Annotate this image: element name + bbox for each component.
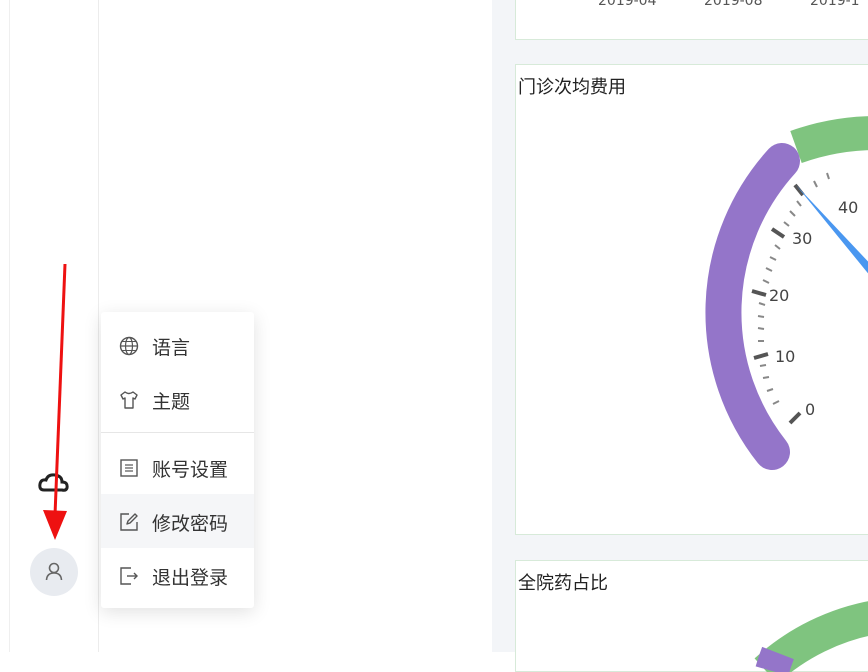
red-arrow-annotation bbox=[43, 263, 67, 540]
gauge-chart bbox=[705, 116, 868, 470]
globe-icon bbox=[119, 336, 139, 356]
menu-item-account-settings[interactable]: 账号设置 bbox=[101, 440, 254, 494]
gauge-tick-label: 20 bbox=[769, 286, 790, 305]
gauge-tick-label: 30 bbox=[792, 229, 813, 248]
menu-item-change-password[interactable]: 修改密码 bbox=[101, 494, 254, 548]
menu-divider bbox=[101, 432, 254, 433]
user-avatar-button[interactable] bbox=[30, 548, 78, 596]
edit-icon bbox=[120, 513, 138, 531]
x-tick-label: 2019-08 bbox=[704, 0, 763, 9]
menu-item-label: 账号设置 bbox=[152, 459, 229, 481]
gauge-band-green bbox=[790, 116, 868, 164]
menu-item-label: 修改密码 bbox=[152, 513, 229, 535]
menu-item-label: 语言 bbox=[152, 337, 191, 359]
user-icon bbox=[45, 562, 63, 581]
gauge-chart bbox=[754, 601, 868, 672]
top-chart-card: 2019-04 2019-08 2019-1 bbox=[515, 0, 868, 40]
fee-card: 门诊次均费用 0 10 20 30 40 bbox=[515, 64, 868, 535]
gauge-tick-label: 0 bbox=[805, 400, 816, 419]
logout-icon bbox=[120, 567, 138, 585]
gauge-tick-label: 10 bbox=[775, 347, 796, 366]
menu-item-label: 主题 bbox=[152, 391, 191, 413]
x-tick-label: 2019-1 bbox=[810, 0, 860, 9]
menu-item-label: 退出登录 bbox=[152, 567, 229, 589]
menu-item-logout[interactable]: 退出登录 bbox=[101, 548, 254, 602]
gauge-tick-label: 40 bbox=[838, 198, 859, 217]
drug-card: 全院药占比 bbox=[515, 560, 868, 672]
tshirt-icon bbox=[120, 391, 138, 409]
gauge-band-purple bbox=[705, 143, 800, 470]
menu-item-language[interactable]: 语言 bbox=[101, 318, 254, 372]
x-tick-label: 2019-04 bbox=[598, 0, 657, 9]
list-icon bbox=[120, 459, 138, 477]
menu-item-theme[interactable]: 主题 bbox=[101, 372, 254, 426]
user-dropdown-menu: 语言 主题 账号设置 修改密码 退出登录 bbox=[101, 312, 254, 608]
